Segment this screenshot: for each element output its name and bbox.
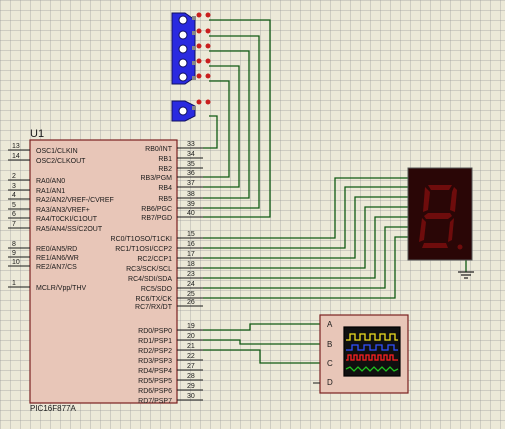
segment-d [422, 243, 448, 248]
pin-label: RA0/AN0 [36, 178, 65, 185]
pin-number: 19 [187, 323, 195, 330]
pin-number: 4 [12, 192, 16, 199]
segment-g [424, 213, 452, 219]
seven-segment-display[interactable] [407, 167, 473, 261]
wire-scope-c [203, 349, 320, 364]
pin-label: OSC1/CLKIN [36, 148, 78, 155]
ground-symbol [458, 271, 474, 279]
wire-seg-c [203, 196, 408, 259]
pin-number: 20 [187, 333, 195, 340]
pin-label: OSC2/CLKOUT [36, 158, 86, 165]
ic-part-label: PIC16F877A [30, 404, 76, 413]
ic-ref-label: U1 [30, 128, 44, 140]
pin-label: RA2/AN2/VREF-/CVREF [36, 197, 114, 204]
pin-number: 18 [187, 261, 195, 268]
pin-number: 6 [12, 211, 16, 218]
pin-number: 16 [187, 241, 195, 248]
pin-number: 8 [12, 241, 16, 248]
single-switch[interactable] [171, 99, 211, 122]
pin-label: RD7/PSP7 [138, 398, 172, 405]
wire-rb6 [203, 35, 260, 209]
pin-label: RD2/PSP2 [138, 348, 172, 355]
scope-channel-b: B [327, 340, 332, 349]
segment-a [428, 185, 452, 190]
pin-number: 30 [187, 393, 195, 400]
pin-number: 22 [187, 353, 195, 360]
pin-number: 17 [187, 251, 195, 258]
wire-rb0 [203, 115, 218, 149]
pin-number: 34 [187, 151, 195, 158]
pin-label: RC4/SDI/SDA [128, 276, 172, 283]
pin-label: RD3/PSP3 [138, 358, 172, 365]
pin-label: RC1/T1OSI/CCP2 [115, 246, 172, 253]
trace-c [346, 354, 398, 361]
pin-label: RA1/AN1 [36, 188, 65, 195]
pin-number: 13 [12, 143, 20, 150]
pin-number: 33 [187, 141, 195, 148]
pin-number: 21 [187, 343, 195, 350]
pin-label: RE1/AN6/WR [36, 255, 79, 262]
pin-label: RC0/T1OSO/T1CKI [111, 236, 173, 243]
pin-number: 38 [187, 191, 195, 198]
pin-label: RB3/PGM [140, 175, 172, 182]
pin-label: RD6/PSP6 [138, 388, 172, 395]
pin-label: RB5 [158, 196, 172, 203]
pin-number: 14 [12, 153, 20, 160]
scope-channel-a: A [327, 320, 333, 329]
wire-rb5 [203, 50, 250, 199]
pin-label: RC6/TX/CK [135, 296, 172, 303]
pin-label: RC2/CCP1 [137, 256, 172, 263]
pin-number: 40 [187, 210, 195, 217]
pin-label: RA3/AN3/VREF+ [36, 207, 90, 214]
pin-label: RB1 [158, 156, 172, 163]
pin-number: 15 [187, 231, 195, 238]
pin-number: 27 [187, 363, 195, 370]
oscilloscope[interactable]: A B C D [313, 314, 409, 394]
pin-label: RD0/PSP0 [138, 328, 172, 335]
pin-label: RD4/PSP4 [138, 368, 172, 375]
pin-number: 3 [12, 183, 16, 190]
pin-number: 24 [187, 281, 195, 288]
dip-switch-bank[interactable] [171, 12, 211, 85]
pin-number: 7 [12, 221, 16, 228]
pin-number: 29 [187, 383, 195, 390]
pin-number: 36 [187, 170, 195, 177]
pin-number: 23 [187, 271, 195, 278]
pin-number: 1 [12, 280, 16, 287]
pin-label: RB0/INT [145, 146, 173, 153]
pin-label: RD5/PSP5 [138, 378, 172, 385]
pin-number: 37 [187, 180, 195, 187]
segment-dp [457, 244, 463, 250]
pin-label: RA4/T0CKI/C1OUT [36, 216, 98, 223]
pin-label: RC3/SCK/SCL [126, 266, 172, 273]
pin-number: 35 [187, 161, 195, 168]
pin-label: RD1/PSP1 [138, 338, 172, 345]
pin-number: 10 [12, 259, 20, 266]
pin-number: 5 [12, 202, 16, 209]
wire-scope-b [203, 339, 320, 345]
pin-label: RB6/PGC [141, 206, 172, 213]
pin-number: 25 [187, 291, 195, 298]
pin-label: RA5/AN4/SS/C2OUT [36, 226, 103, 233]
wire-scope-a [203, 323, 320, 331]
pin-number: 9 [12, 250, 16, 257]
pin-label: RE2/AN7/CS [36, 264, 77, 271]
pin-number: 39 [187, 201, 195, 208]
microcontroller[interactable]: U1 13OSC1/CLKIN14OSC2/CLKOUT2RA0/AN03RA1… [8, 128, 203, 413]
scope-channel-d: D [327, 378, 333, 387]
pin-label: RB2 [158, 166, 172, 173]
wire-rb3 [203, 80, 230, 178]
schematic-canvas: U1 13OSC1/CLKIN14OSC2/CLKOUT2RA0/AN03RA1… [8, 12, 474, 413]
pin-label: RC5/SDO [141, 286, 173, 293]
pin-label: RB7/PGD [141, 215, 172, 222]
pin-label: RB4 [158, 185, 172, 192]
pin-label: MCLR/Vpp/THV [36, 285, 87, 292]
pin-number: 28 [187, 373, 195, 380]
pin-number: 26 [187, 299, 195, 306]
scope-channel-c: C [327, 359, 333, 368]
pin-label: RE0/AN5/RD [36, 246, 77, 253]
wire-rb4 [203, 65, 240, 188]
pin-number: 2 [12, 173, 16, 180]
pin-label: RC7/RX/DT [135, 304, 173, 311]
